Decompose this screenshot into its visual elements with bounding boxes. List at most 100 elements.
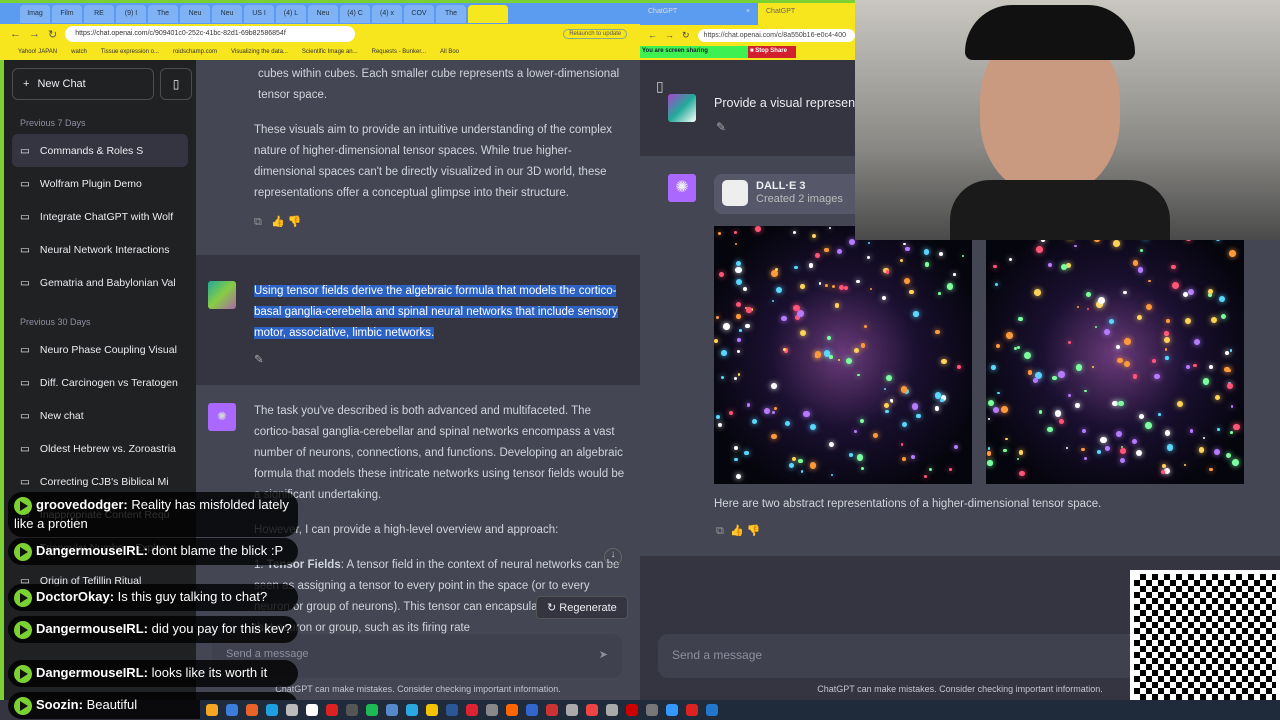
light-point: [1058, 371, 1065, 379]
tab-chatgpt-1[interactable]: ChatGPT ×: [640, 3, 758, 25]
back-icon[interactable]: ←: [10, 28, 21, 40]
feedback-icons[interactable]: ⧉ 👍 👎: [716, 524, 760, 538]
sidebar-toggle-icon[interactable]: ▯: [160, 68, 192, 100]
taskbar-app-icon[interactable]: [346, 704, 358, 716]
edit-icon[interactable]: ✎: [716, 120, 726, 134]
light-point: [872, 433, 878, 439]
bookmark[interactable]: Visualizing the data...: [231, 49, 288, 55]
light-point: [1225, 350, 1230, 355]
message-input[interactable]: Send a message: [658, 634, 1138, 678]
bookmark[interactable]: Yahoo! JAPAN: [18, 49, 57, 55]
dalle-icon: [722, 180, 748, 206]
sidebar-chat-item[interactable]: ▭ Neural Network Interactions: [12, 233, 188, 266]
forward-icon[interactable]: →: [665, 30, 674, 40]
regenerate-button[interactable]: ↻ Regenerate: [536, 596, 628, 619]
light-point: [997, 391, 1000, 394]
back-icon[interactable]: ←: [648, 30, 657, 40]
taskbar-app-icon[interactable]: [246, 704, 258, 716]
taskbar-app-icon[interactable]: [386, 704, 398, 716]
taskbar-app-icon[interactable]: [546, 704, 558, 716]
taskbar-app-icon[interactable]: [666, 704, 678, 716]
light-point: [1207, 288, 1214, 295]
new-chat-button[interactable]: + New Chat: [12, 68, 154, 100]
sidebar-chat-item[interactable]: ▭ Oldest Hebrew vs. Zoroastria: [12, 432, 188, 465]
light-point: [991, 365, 996, 370]
taskbar-app-icon[interactable]: [686, 704, 698, 716]
browser-tab[interactable]: (4) C: [340, 4, 370, 23]
scroll-down-icon[interactable]: ↓: [604, 548, 622, 566]
generated-image-1[interactable]: [714, 226, 972, 484]
sidebar-chat-item[interactable]: ▭ New chat: [12, 399, 188, 432]
edit-icon[interactable]: ✎: [254, 350, 626, 371]
taskbar-app-icon[interactable]: [286, 704, 298, 716]
sidebar-chat-item[interactable]: ▭ Commands & Roles S: [12, 134, 188, 167]
sidebar-chat-item[interactable]: ▭ Integrate ChatGPT with Wolf: [12, 200, 188, 233]
taskbar-app-icon[interactable]: [306, 704, 318, 716]
url-field[interactable]: https://chat.openai.com/c/909401c0-252c-…: [65, 26, 356, 42]
browser-tab[interactable]: Neu: [212, 4, 242, 23]
browser-tab[interactable]: (4) L: [276, 4, 306, 23]
light-point: [1198, 447, 1204, 453]
light-point: [867, 241, 870, 244]
light-point: [744, 450, 749, 456]
sidebar-chat-item[interactable]: ▭ Neuro Phase Coupling Visual: [12, 333, 188, 366]
bookmark[interactable]: Requests - Bunker...: [372, 49, 426, 55]
light-point: [940, 398, 944, 403]
browser-tab[interactable]: Neu: [308, 4, 338, 23]
browser-tab[interactable]: Imag: [20, 4, 50, 23]
shirt: [950, 180, 1170, 240]
browser-tab[interactable]: [468, 4, 508, 23]
sidebar-chat-item[interactable]: ▭ Gematria and Babylonian Val: [12, 266, 188, 299]
sidebar-chat-item[interactable]: ▭ Wolfram Plugin Demo: [12, 167, 188, 200]
bookmark[interactable]: All Boo: [440, 49, 459, 55]
browser-tab[interactable]: Neu: [180, 4, 210, 23]
taskbar-app-icon[interactable]: [406, 704, 418, 716]
taskbar-app-icon[interactable]: [226, 704, 238, 716]
taskbar-app-icon[interactable]: [526, 704, 538, 716]
light-point: [1059, 418, 1064, 424]
light-point: [1124, 360, 1131, 367]
taskbar-app-icon[interactable]: [586, 704, 598, 716]
taskbar-app-icon[interactable]: [606, 704, 618, 716]
reload-icon[interactable]: ↻: [48, 28, 57, 41]
bookmark[interactable]: roidschamp.com: [173, 49, 217, 55]
chat-title: Wolfram Plugin Demo: [39, 177, 142, 190]
taskbar-app-icon[interactable]: [366, 704, 378, 716]
taskbar-app-icon[interactable]: [646, 704, 658, 716]
sidebar-chat-item[interactable]: ▭ Diff. Carcinogen vs Teratogen: [12, 366, 188, 399]
taskbar-app-icon[interactable]: [626, 704, 638, 716]
browser-tab[interactable]: The: [436, 4, 466, 23]
forward-icon[interactable]: →: [29, 28, 40, 40]
browser-tab[interactable]: RE: [84, 4, 114, 23]
tab-chatgpt-2[interactable]: ChatGPT: [758, 3, 855, 25]
qr-code[interactable]: [1130, 570, 1280, 720]
taskbar-app-icon[interactable]: [446, 704, 458, 716]
taskbar-app-icon[interactable]: [486, 704, 498, 716]
browser-tab[interactable]: US I: [244, 4, 274, 23]
taskbar-app-icon[interactable]: [466, 704, 478, 716]
taskbar-app-icon[interactable]: [206, 704, 218, 716]
taskbar-app-icon[interactable]: [426, 704, 438, 716]
browser-tab[interactable]: (9) I: [116, 4, 146, 23]
browser-tab[interactable]: The: [148, 4, 178, 23]
taskbar-app-icon[interactable]: [506, 704, 518, 716]
browser-tab[interactable]: COV: [404, 4, 434, 23]
browser-tab[interactable]: (4) x: [372, 4, 402, 23]
reload-icon[interactable]: ↻: [682, 30, 690, 41]
bookmark[interactable]: watch: [71, 49, 87, 55]
stop-share-button[interactable]: ■ Stop Share: [748, 46, 796, 58]
send-icon[interactable]: ➤: [599, 648, 608, 661]
light-point: [1113, 240, 1120, 248]
bookmark[interactable]: Scientific Image an...: [302, 49, 358, 55]
url-field[interactable]: https://chat.openai.com/c/8a550b16-e0c4-…: [697, 28, 855, 42]
taskbar-app-icon[interactable]: [326, 704, 338, 716]
relaunch-button[interactable]: Relaunch to update: [563, 29, 628, 39]
bookmark[interactable]: Tissue expression o...: [101, 49, 159, 55]
browser-tab[interactable]: Film: [52, 4, 82, 23]
feedback-icons[interactable]: ⧉ 👍 👎: [254, 212, 626, 233]
taskbar-app-icon[interactable]: [266, 704, 278, 716]
taskbar-app-icon[interactable]: [566, 704, 578, 716]
generated-image-2[interactable]: [986, 226, 1244, 484]
sidebar-toggle-icon[interactable]: ▯: [656, 78, 664, 95]
taskbar-app-icon[interactable]: [706, 704, 718, 716]
